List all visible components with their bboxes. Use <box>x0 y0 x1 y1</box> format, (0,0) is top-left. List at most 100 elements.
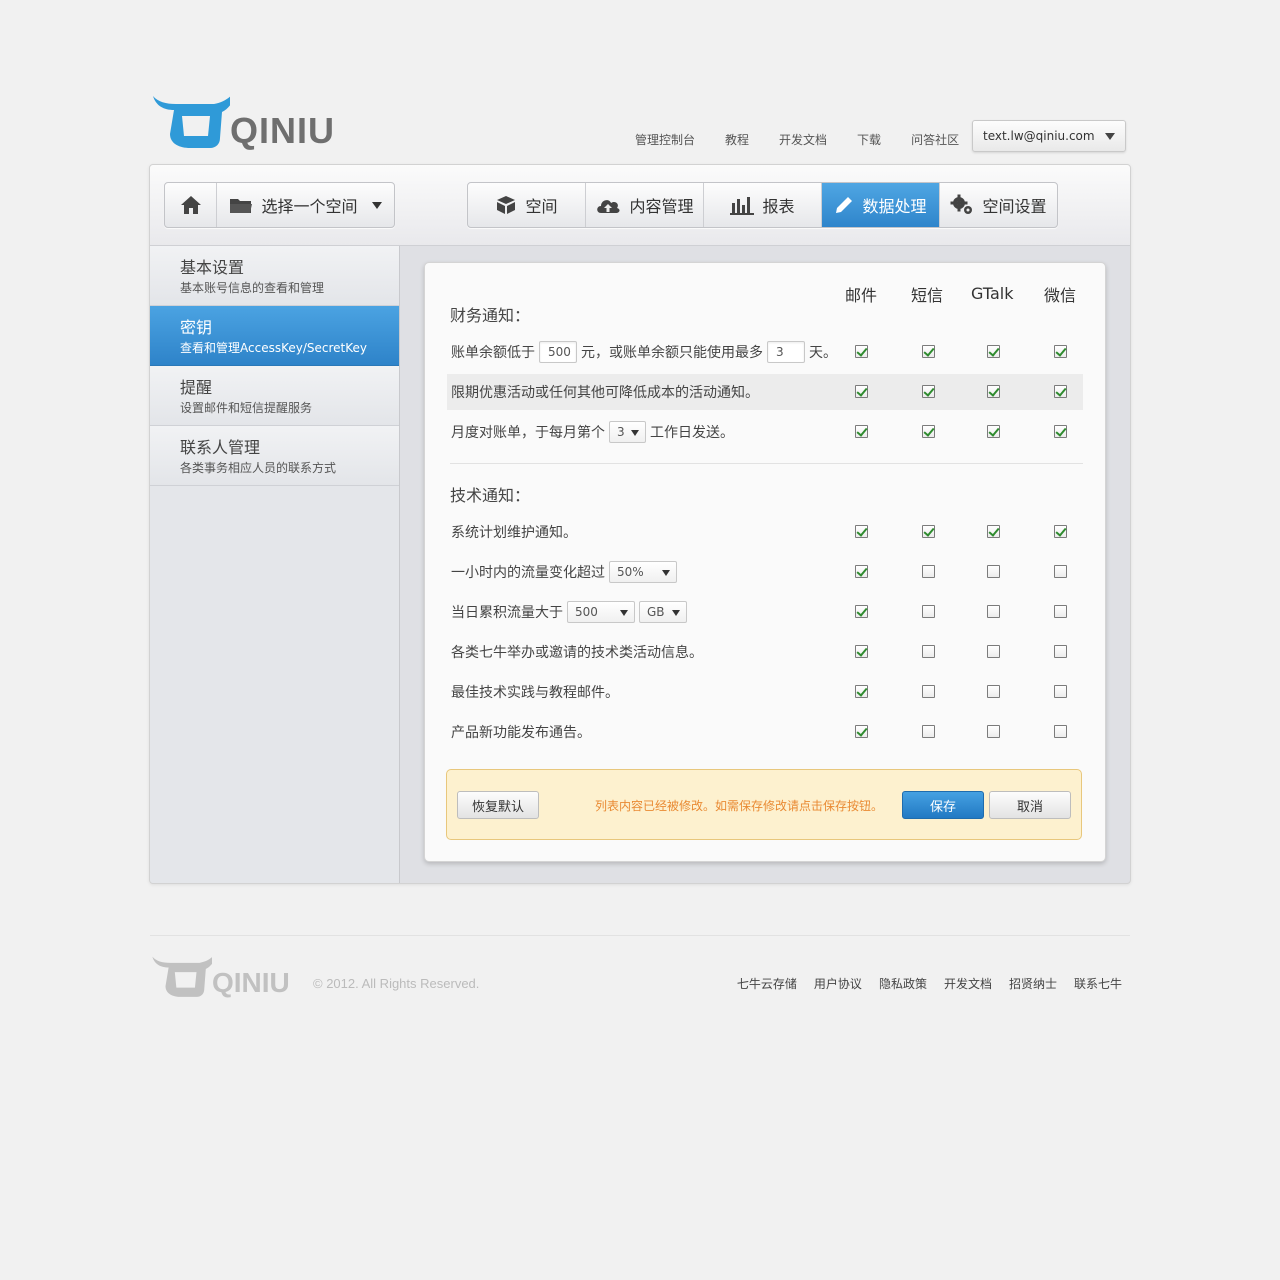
tab-reports[interactable]: 报表 <box>704 183 822 227</box>
balance-threshold-input[interactable]: 500 <box>539 341 577 363</box>
tab-space-settings[interactable]: 空间设置 <box>940 183 1057 227</box>
row-text: 限期优惠活动或任何其他可降低成本的活动通知。 <box>451 385 759 401</box>
bull-logo-icon <box>153 90 236 148</box>
traffic-change-select[interactable]: 50% <box>609 561 677 583</box>
daily-traffic-select[interactable]: 500 <box>567 601 635 623</box>
row-text: 元，或账单余额只能使用最多 <box>581 345 763 361</box>
reset-default-button[interactable]: 恢复默认 <box>457 791 539 819</box>
setting-row: 各类七牛举办或邀请的技术类活动信息。 <box>447 634 1083 670</box>
email-checkbox[interactable] <box>855 645 868 658</box>
wechat-checkbox[interactable] <box>1054 565 1067 578</box>
user-dropdown[interactable]: text.lw@qiniu.com <box>972 120 1126 152</box>
wechat-checkbox[interactable] <box>1054 385 1067 398</box>
sidebar-item-contacts[interactable]: 联系人管理 各类事务相应人员的联系方式 <box>150 426 399 486</box>
sms-checkbox[interactable] <box>922 345 935 358</box>
email-checkbox[interactable] <box>855 725 868 738</box>
gears-icon <box>950 194 973 214</box>
tab-space[interactable]: 空间 <box>468 183 586 227</box>
setting-row: 系统计划维护通知。 <box>447 514 1083 550</box>
wechat-checkbox[interactable] <box>1054 685 1067 698</box>
gtalk-checkbox[interactable] <box>987 645 1000 658</box>
row-label: 各类七牛举办或邀请的技术类活动信息。 <box>451 634 703 670</box>
sms-checkbox[interactable] <box>922 425 935 438</box>
home-button[interactable] <box>165 183 217 227</box>
gtalk-checkbox[interactable] <box>987 605 1000 618</box>
setting-row: 当日累积流量大于 500 GB <box>447 594 1083 630</box>
wechat-checkbox[interactable] <box>1054 525 1067 538</box>
tab-label: 空间设置 <box>982 197 1047 216</box>
sidebar-item-reminders[interactable]: 提醒 设置邮件和短信提醒服务 <box>150 366 399 426</box>
logo-text: QINIU <box>230 110 336 151</box>
topnav-qa[interactable]: 问答社区 <box>896 131 974 148</box>
row-text: 账单余额低于 <box>451 345 535 361</box>
sms-checkbox[interactable] <box>922 565 935 578</box>
email-checkbox[interactable] <box>855 425 868 438</box>
wechat-checkbox[interactable] <box>1054 425 1067 438</box>
sms-checkbox[interactable] <box>922 645 935 658</box>
sms-checkbox[interactable] <box>922 605 935 618</box>
sms-checkbox[interactable] <box>922 725 935 738</box>
space-select-label: 选择一个空间 <box>261 197 358 216</box>
email-checkbox[interactable] <box>855 685 868 698</box>
column-header-gtalk: GTalk <box>971 284 1014 303</box>
column-header-wechat: 微信 <box>1044 286 1077 305</box>
sidebar-item-keys[interactable]: 密钥 查看和管理AccessKey/SecretKey <box>150 306 399 366</box>
row-label: 系统计划维护通知。 <box>451 514 577 550</box>
workday-select[interactable]: 3 <box>609 421 646 443</box>
footer-link-jobs[interactable]: 招贤纳士 <box>992 975 1057 992</box>
footer-link-terms[interactable]: 用户协议 <box>797 975 862 992</box>
footer-link-contact[interactable]: 联系七牛 <box>1057 975 1122 992</box>
tab-label: 数据处理 <box>862 197 927 216</box>
traffic-unit-select[interactable]: GB <box>639 601 687 623</box>
footer-logo: QINIU <box>150 950 310 1002</box>
footer-link-docs[interactable]: 开发文档 <box>927 975 992 992</box>
row-text: 产品新功能发布通告。 <box>451 725 591 741</box>
email-checkbox[interactable] <box>855 385 868 398</box>
footer-link-privacy[interactable]: 隐私政策 <box>862 975 927 992</box>
sms-checkbox[interactable] <box>922 685 935 698</box>
wechat-checkbox[interactable] <box>1054 345 1067 358</box>
gtalk-checkbox[interactable] <box>987 525 1000 538</box>
gtalk-checkbox[interactable] <box>987 725 1000 738</box>
tab-content-management[interactable]: 内容管理 <box>586 183 704 227</box>
save-button[interactable]: 保存 <box>902 791 984 819</box>
finance-section-title: 财务通知： <box>450 306 531 325</box>
wechat-checkbox[interactable] <box>1054 605 1067 618</box>
topnav-docs[interactable]: 开发文档 <box>764 131 842 148</box>
wechat-checkbox[interactable] <box>1054 645 1067 658</box>
email-checkbox[interactable] <box>855 345 868 358</box>
topnav-tutorial[interactable]: 教程 <box>710 131 764 148</box>
sms-checkbox[interactable] <box>922 385 935 398</box>
wechat-checkbox[interactable] <box>1054 725 1067 738</box>
cancel-button[interactable]: 取消 <box>989 791 1071 819</box>
sidebar-item-subtitle: 设置邮件和短信提醒服务 <box>180 401 313 415</box>
days-input[interactable]: 3 <box>767 341 805 363</box>
sidebar-item-basic[interactable]: 基本设置 基本账号信息的查看和管理 <box>150 246 399 306</box>
toolbar: 选择一个空间 空间 内容管理 报表 数据处理 空间设置 <box>150 165 1130 246</box>
gtalk-checkbox[interactable] <box>987 345 1000 358</box>
gtalk-checkbox[interactable] <box>987 685 1000 698</box>
sidebar-item-title: 联系人管理 <box>180 438 261 457</box>
sms-checkbox[interactable] <box>922 525 935 538</box>
gtalk-checkbox[interactable] <box>987 385 1000 398</box>
qiniu-logo[interactable]: QINIU <box>150 88 340 154</box>
setting-row: 产品新功能发布通告。 <box>447 714 1083 750</box>
email-checkbox[interactable] <box>855 525 868 538</box>
email-checkbox[interactable] <box>855 605 868 618</box>
row-label: 限期优惠活动或任何其他可降低成本的活动通知。 <box>451 374 759 410</box>
email-checkbox[interactable] <box>855 565 868 578</box>
topnav-download[interactable]: 下载 <box>842 131 896 148</box>
row-text: 天。 <box>809 345 837 361</box>
tab-data-processing[interactable]: 数据处理 <box>822 183 940 227</box>
tab-label: 内容管理 <box>629 197 694 216</box>
gtalk-checkbox[interactable] <box>987 425 1000 438</box>
topnav-console[interactable]: 管理控制台 <box>620 131 710 148</box>
sidebar-item-title: 提醒 <box>180 378 213 397</box>
sidebar-item-subtitle: 基本账号信息的查看和管理 <box>180 281 325 295</box>
cloud-upload-icon <box>597 200 621 213</box>
row-label: 账单余额低于 500 元，或账单余额只能使用最多 3 天。 <box>451 334 837 370</box>
footer-link-storage[interactable]: 七牛云存储 <box>720 975 797 992</box>
row-text: 当日累积流量大于 <box>451 605 563 621</box>
space-select-dropdown[interactable]: 选择一个空间 <box>217 183 394 227</box>
gtalk-checkbox[interactable] <box>987 565 1000 578</box>
